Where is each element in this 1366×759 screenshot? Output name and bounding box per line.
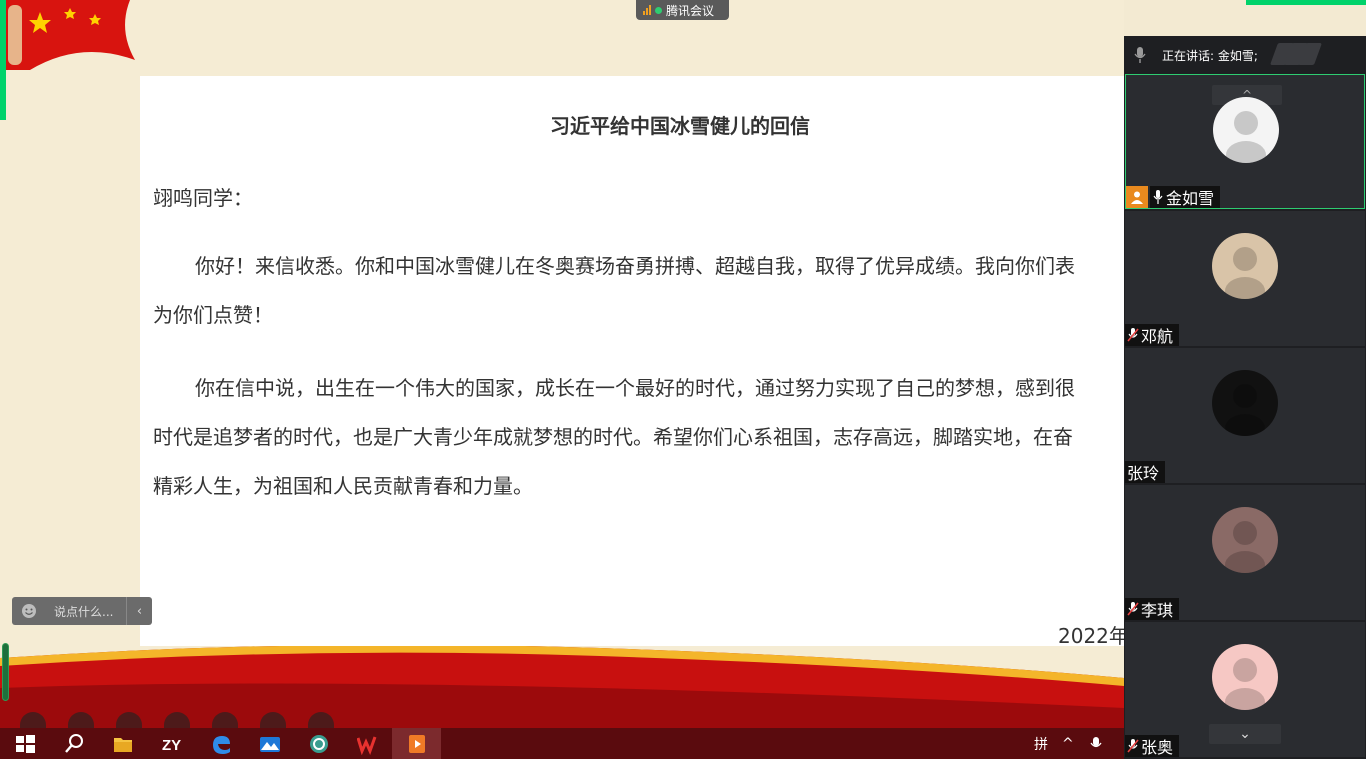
para2-line1: 你在信中说，出生在一个伟大的国家，成长在一个最好的时代，通过努力实现了自己的梦想… bbox=[195, 376, 1075, 400]
search-icon bbox=[64, 733, 83, 753]
participant-avatar bbox=[1213, 97, 1279, 163]
participant-name: 金如雪 bbox=[1166, 189, 1215, 208]
participant-name-label: 张玲 bbox=[1125, 461, 1166, 483]
folder-icon bbox=[113, 737, 132, 752]
signal-icon bbox=[643, 5, 651, 15]
flag-decoration-icon bbox=[0, 0, 135, 70]
participant-name: 李琪 bbox=[1141, 601, 1174, 620]
letter-title: 习近平给中国冰雪健儿的回信 bbox=[550, 114, 810, 138]
side-drag-handle[interactable] bbox=[2, 643, 9, 701]
participant-tile[interactable]: 张玲 bbox=[1125, 348, 1365, 483]
capture-tool-icon[interactable] bbox=[164, 712, 190, 728]
svg-text:ZY: ZY bbox=[162, 737, 181, 754]
participant-name: 张玲 bbox=[1127, 464, 1160, 483]
start-button[interactable] bbox=[0, 728, 49, 759]
participant-avatar bbox=[1212, 370, 1278, 436]
mic-muted-icon bbox=[1127, 739, 1139, 753]
more-tool-icon[interactable] bbox=[308, 712, 334, 728]
taskbar-search-button[interactable] bbox=[49, 728, 98, 759]
participant-avatar bbox=[1212, 233, 1278, 299]
participant-name: 邓航 bbox=[1141, 327, 1174, 346]
edge-icon bbox=[212, 735, 230, 754]
screen-share-border-top bbox=[1246, 0, 1366, 5]
para2-line3: 精彩人生，为祖国和人民贡献青春和力量。 bbox=[153, 474, 533, 498]
collapse-chat-button[interactable]: ‹ bbox=[126, 597, 152, 625]
host-badge-icon bbox=[1126, 186, 1148, 208]
presentation-app-button[interactable] bbox=[392, 728, 441, 759]
play-tool-icon[interactable] bbox=[68, 712, 94, 728]
marker-tool-icon[interactable] bbox=[116, 712, 142, 728]
speaking-indicator: 正在讲话: 金如雪; bbox=[1124, 36, 1366, 74]
photos-icon bbox=[259, 736, 280, 752]
participant-name: 张奥 bbox=[1141, 738, 1174, 757]
participant-avatar bbox=[1212, 644, 1278, 710]
record-tool-icon[interactable] bbox=[212, 712, 238, 728]
participant-name-label: 邓航 bbox=[1125, 324, 1180, 346]
windows-taskbar: ZY bbox=[0, 728, 1124, 759]
edge-browser-button[interactable] bbox=[196, 728, 245, 759]
meeting-status-tag[interactable]: 腾讯会议 bbox=[636, 0, 729, 20]
chat-input-bar[interactable]: 说点什么... ‹ bbox=[12, 597, 152, 625]
system-tray: 拼 ^ bbox=[1030, 728, 1124, 759]
connected-dot-icon bbox=[655, 6, 662, 14]
meeting-app-name: 腾讯会议 bbox=[666, 3, 715, 18]
participant-name-label: 金如雪 bbox=[1150, 186, 1221, 208]
tray-microphone-icon[interactable] bbox=[1088, 736, 1104, 752]
participant-name-label: 李琪 bbox=[1125, 598, 1180, 620]
letter-paragraph-2: 你在信中说，出生在一个伟大的国家，成长在一个最好的时代，通过努力实现了自己的梦想… bbox=[153, 364, 1075, 511]
para1-line1: 你好！来信收悉。你和中国冰雪健儿在冬奥赛场奋勇拼搏、超越自我，取得了优异成绩。我… bbox=[195, 254, 1075, 278]
chat-placeholder[interactable]: 说点什么... bbox=[46, 603, 126, 620]
wps-office-button[interactable] bbox=[343, 728, 392, 759]
mic-muted-icon bbox=[1127, 328, 1139, 342]
participant-name-label: 张奥 bbox=[1125, 735, 1180, 757]
letter-greeting: 翊鸣同学： bbox=[153, 186, 253, 210]
speaker-avatars-icon bbox=[1269, 43, 1322, 67]
wps-icon bbox=[356, 735, 376, 755]
browser-360-icon bbox=[309, 734, 328, 753]
participant-avatar bbox=[1212, 507, 1278, 573]
letter-paragraph-1: 你好！来信收悉。你和中国冰雪健儿在冬奥赛场奋勇拼搏、超越自我，取得了优异成绩。我… bbox=[153, 242, 1075, 340]
mic-muted-icon bbox=[1127, 602, 1139, 616]
pen-tool-icon[interactable] bbox=[20, 712, 46, 728]
presentation-icon bbox=[408, 734, 425, 753]
letter-page: 习近平给中国冰雪健儿的回信 翊鸣同学： 你好！来信收悉。你和中国冰雪健儿在冬奥赛… bbox=[140, 76, 1124, 646]
zy-app-button[interactable]: ZY bbox=[147, 728, 196, 759]
mic-on-icon bbox=[1152, 190, 1164, 204]
photos-app-button[interactable] bbox=[245, 728, 294, 759]
letter-date: 2022年 bbox=[1058, 624, 1124, 646]
microphone-icon bbox=[1134, 47, 1146, 63]
para1-line2: 为你们点赞！ bbox=[153, 303, 273, 327]
participant-tile[interactable]: 邓航 bbox=[1125, 211, 1365, 346]
file-explorer-button[interactable] bbox=[98, 728, 147, 759]
tray-overflow-chevron[interactable]: ^ bbox=[1062, 736, 1074, 752]
note-tool-icon[interactable] bbox=[260, 712, 286, 728]
windows-logo-icon bbox=[15, 734, 35, 753]
emoji-icon[interactable] bbox=[12, 597, 46, 625]
scroll-down-button[interactable]: ⌄ bbox=[1209, 724, 1281, 744]
para2-line2: 时代是追梦者的时代，也是广大青少年成就梦想的时代。希望你们心系祖国，志存高远，脚… bbox=[153, 425, 1073, 449]
participant-tile[interactable]: ^ 金如雪 bbox=[1125, 74, 1365, 209]
browser-360-button[interactable] bbox=[294, 728, 343, 759]
screen-share-border-left bbox=[0, 0, 6, 120]
ime-indicator[interactable]: 拼 bbox=[1034, 734, 1048, 754]
zy-app-icon: ZY bbox=[162, 737, 181, 754]
speaking-label: 正在讲话: 金如雪; bbox=[1162, 48, 1258, 63]
slide-toolbar bbox=[20, 712, 350, 728]
participant-tile[interactable]: 李琪 bbox=[1125, 485, 1365, 620]
